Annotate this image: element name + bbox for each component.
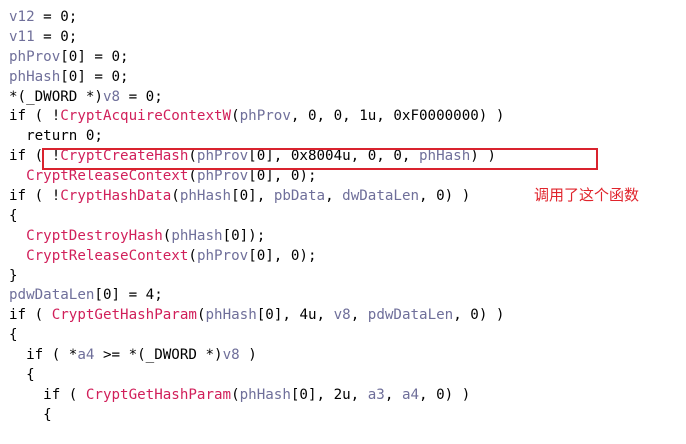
code-text: , 0) ) (419, 386, 471, 403)
code-line[interactable]: return 0; (9, 127, 669, 147)
code-variable: v8 (102, 88, 121, 105)
code-function-name: CryptAcquireContextW (60, 108, 232, 125)
code-text: , 0) ) (453, 307, 505, 324)
code-variable: v12 (9, 9, 35, 25)
code-text: ( (188, 168, 197, 185)
code-text: >= *(_DWORD *) (94, 347, 223, 364)
code-text: [0] = 0; (60, 48, 129, 65)
code-line[interactable]: CryptDestroyHash(phHash[0]); (9, 227, 669, 247)
code-variable: phProv (9, 48, 61, 65)
code-text: , (384, 386, 402, 403)
code-text: [0]); (222, 227, 266, 244)
code-variable: pdwDataLen (9, 287, 95, 304)
code-line[interactable]: v12 = 0; (9, 8, 669, 28)
code-text: } (9, 267, 18, 284)
code-function-name: CryptHashData (60, 188, 172, 205)
code-text: , (325, 188, 343, 205)
code-text: , 0, 0, 1u, 0xF0000000) ) (290, 108, 505, 125)
code-keyword: if ( (9, 307, 52, 324)
code-text: *(_DWORD *) (9, 88, 103, 105)
code-variable: phProv (239, 108, 291, 125)
code-variable: pbData (273, 188, 326, 205)
code-text: , 0) ) (419, 188, 471, 205)
code-text: = 0; (34, 9, 78, 25)
code-keyword: if ( (9, 386, 86, 403)
code-text: [0] = 4; (94, 287, 163, 304)
code-variable: pdwDataLen (367, 307, 454, 324)
code-variable: phHash (239, 386, 291, 403)
code-line[interactable]: v11 = 0; (9, 28, 669, 48)
code-text: ( (231, 108, 240, 125)
code-function-name: CryptDestroyHash (26, 227, 163, 244)
code-variable: a3 (367, 386, 385, 403)
code-text: [0], (231, 188, 274, 205)
highlight-box (42, 148, 598, 170)
code-variable: v8 (222, 347, 240, 364)
code-line[interactable]: { (9, 406, 669, 426)
code-keyword: if ( ! (9, 188, 61, 205)
code-line[interactable]: if ( CryptGetHashParam(phHash[0], 4u, v8… (9, 306, 669, 326)
code-text: { (9, 207, 18, 224)
code-text: = 0; (120, 88, 163, 105)
code-text: [0], 0); (248, 168, 317, 185)
code-line[interactable]: phProv[0] = 0; (9, 48, 669, 68)
code-line[interactable]: if ( CryptGetHashParam(phHash[0], 2u, a3… (9, 386, 669, 406)
code-variable: phProv (196, 168, 249, 185)
code-keyword: if ( ! (9, 108, 61, 125)
code-line[interactable]: CryptReleaseContext(phProv[0], 0); (9, 247, 669, 267)
code-text: [0] = 0; (60, 68, 129, 85)
code-text: { (9, 367, 35, 384)
code-line[interactable]: { (9, 366, 669, 386)
code-text: , (350, 307, 368, 324)
code-line[interactable]: phHash[0] = 0; (9, 68, 669, 88)
code-line[interactable]: } (9, 267, 669, 287)
code-text: = 0; (34, 28, 78, 45)
code-line[interactable]: { (9, 326, 669, 346)
code-text: ) (239, 347, 257, 364)
code-variable: phHash (171, 227, 223, 244)
code-variable: v8 (333, 307, 351, 324)
code-variable: phHash (179, 188, 232, 205)
code-line[interactable]: pdwDataLen[0] = 4; (9, 286, 669, 306)
code-keyword: return 0; (9, 128, 103, 145)
code-variable: phProv (196, 247, 249, 264)
code-line[interactable]: { (9, 207, 669, 227)
code-line[interactable]: *(_DWORD *)v8 = 0; (9, 88, 669, 108)
code-text: [0], 2u, (290, 386, 368, 403)
code-function-name: CryptGetHashParam (51, 307, 197, 324)
code-text: [0], 4u, (256, 307, 334, 324)
decompiled-code-view[interactable]: v12 = 0; v11 = 0; phProv[0] = 0; phHash[0] … (9, 8, 669, 438)
code-text: { (9, 327, 18, 344)
code-text: ( (231, 386, 240, 403)
code-variable: v11 (9, 28, 35, 45)
code-function-name: CryptGetHashParam (85, 386, 232, 403)
code-text: [0], 0); (248, 247, 317, 264)
code-line[interactable]: if ( !CryptAcquireContextW(phProv, 0, 0,… (9, 107, 669, 127)
code-keyword: if ( * (9, 347, 78, 364)
code-variable: a4 (401, 386, 420, 403)
code-text: ( (171, 188, 180, 205)
annotation-text: 调用了这个函数 (534, 186, 640, 204)
code-function-name: CryptReleaseContext (26, 247, 189, 264)
code-text: ( (188, 247, 197, 264)
code-variable: dwDataLen (342, 188, 420, 205)
code-variable: a4 (77, 347, 95, 364)
code-variable: phHash (9, 68, 61, 85)
code-text: { (9, 406, 52, 423)
code-function-name: CryptReleaseContext (26, 168, 189, 185)
code-line[interactable]: if ( *a4 >= *(_DWORD *)v8 ) (9, 346, 669, 366)
code-lines: v12 = 0; v11 = 0; phProv[0] = 0; phHash[0] … (9, 8, 669, 426)
code-variable: phHash (205, 307, 257, 324)
